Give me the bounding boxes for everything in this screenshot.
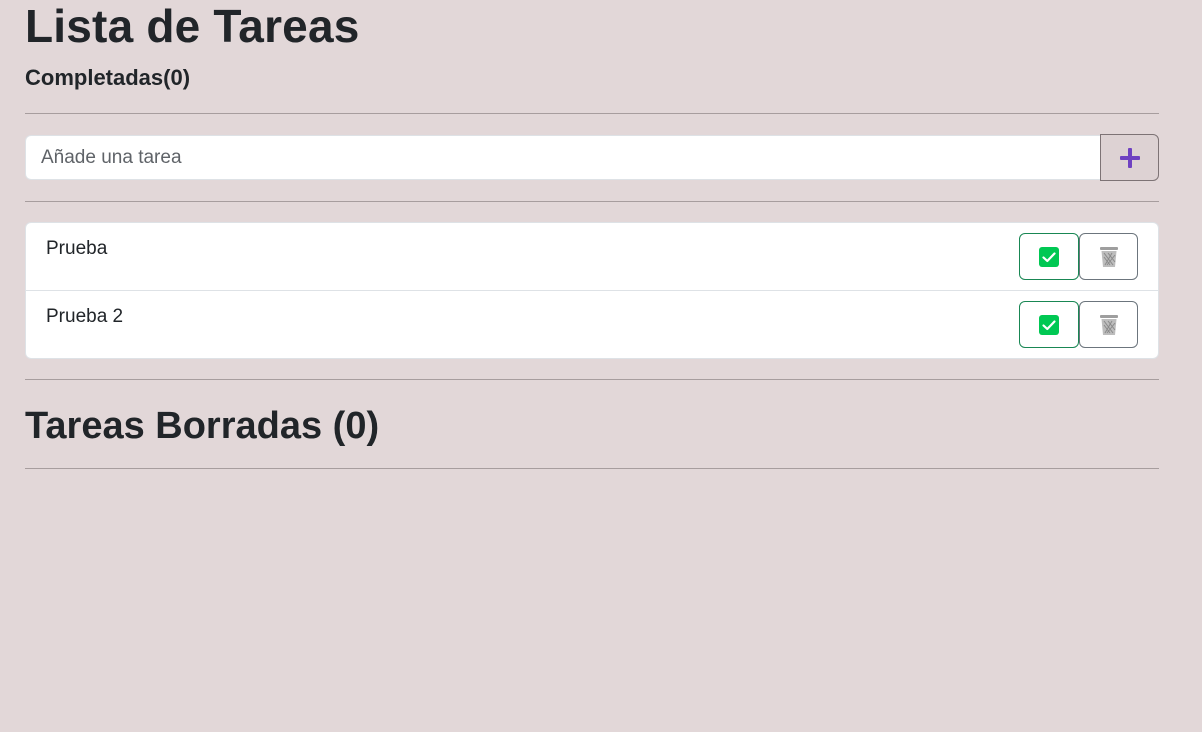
trash-icon	[1099, 246, 1119, 268]
divider	[25, 113, 1159, 114]
complete-task-button[interactable]	[1019, 233, 1079, 280]
task-label: Prueba	[46, 238, 108, 259]
task-input[interactable]	[25, 135, 1100, 180]
trash-icon	[1099, 314, 1119, 336]
task-item: Prueba 2	[26, 290, 1158, 358]
add-task-form	[25, 134, 1159, 181]
divider	[25, 468, 1159, 469]
task-list: Prueba Prueba 2	[25, 222, 1159, 359]
divider	[25, 379, 1159, 380]
app-container: Lista de Tareas Completadas(0) Prueba	[25, 0, 1159, 469]
delete-task-button[interactable]	[1079, 233, 1138, 280]
delete-task-button[interactable]	[1079, 301, 1138, 348]
check-square-icon	[1039, 314, 1059, 335]
task-item: Prueba	[26, 223, 1158, 290]
divider	[25, 201, 1159, 202]
task-actions	[1019, 233, 1138, 280]
deleted-tasks-title: Tareas Borradas (0)	[25, 405, 380, 447]
plus-icon	[1119, 147, 1141, 169]
add-task-button[interactable]	[1100, 134, 1159, 181]
task-label: Prueba 2	[46, 306, 124, 327]
page-title: Lista de Tareas	[25, 0, 360, 52]
completed-count: Completadas(0)	[25, 65, 191, 90]
complete-task-button[interactable]	[1019, 301, 1079, 348]
check-square-icon	[1039, 246, 1059, 267]
task-actions	[1019, 301, 1138, 348]
